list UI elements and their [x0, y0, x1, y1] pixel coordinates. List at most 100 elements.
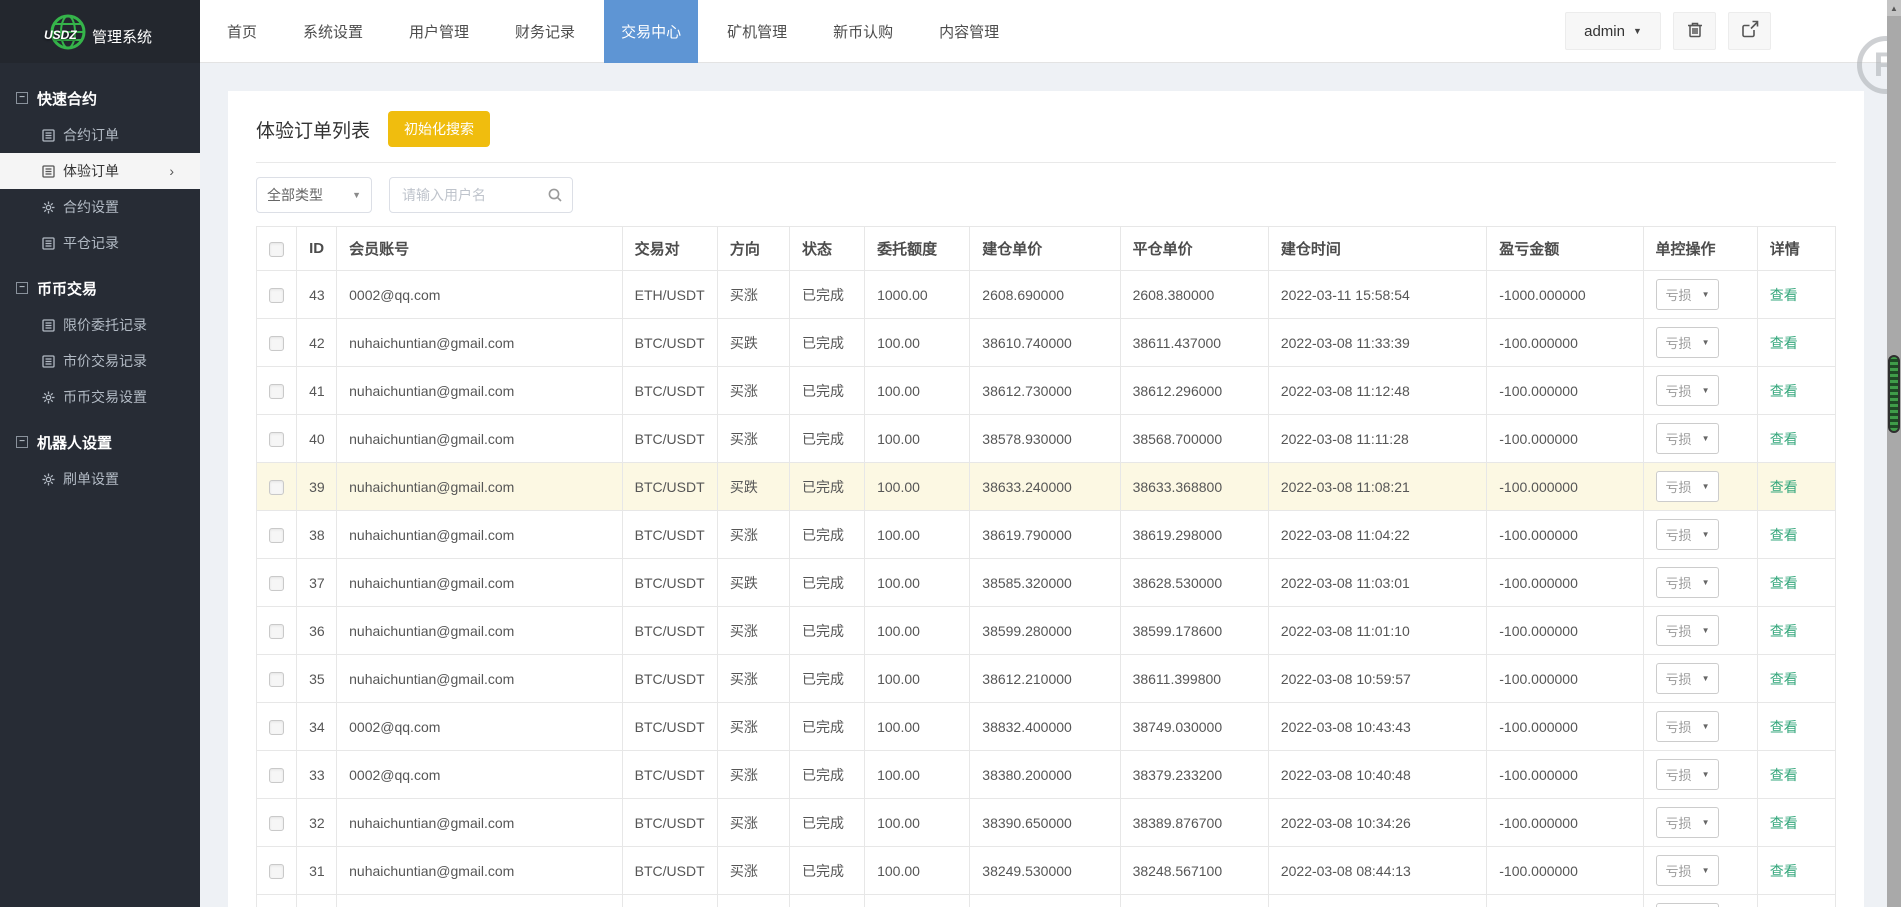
control-select[interactable]: 亏损▼	[1655, 855, 1720, 886]
table-header-row: ID 会员账号 交易对 方向 状态 委托额度 建仓单价 平仓单价 建仓时间 盈亏金额 单控操作 详情	[255, 226, 1837, 271]
row-checkbox[interactable]	[269, 287, 284, 303]
select-all-checkbox[interactable]	[269, 241, 284, 257]
cell-amount: 100.00	[864, 654, 971, 703]
cell-open-price: 38612.210000	[969, 654, 1121, 703]
logout-button[interactable]	[1728, 12, 1771, 50]
cell-checkbox	[255, 558, 298, 607]
cell-control: 亏损▼	[1642, 894, 1758, 907]
control-select[interactable]: 亏损▼	[1655, 615, 1720, 646]
cell-open-time: 2022-03-08 04:49:28	[1267, 894, 1488, 907]
cell-direction: 买涨	[716, 366, 790, 415]
control-select[interactable]: 亏损▼	[1655, 279, 1720, 310]
cell-id: 37	[296, 558, 338, 607]
row-checkbox[interactable]	[269, 383, 284, 399]
row-checkbox[interactable]	[269, 767, 284, 783]
row-checkbox[interactable]	[269, 671, 284, 687]
cell-open-time: 2022-03-08 10:34:26	[1267, 798, 1488, 847]
init-search-button[interactable]: 初始化搜索	[388, 111, 491, 147]
detail-link[interactable]: 查看	[1770, 671, 1798, 687]
nav-item[interactable]: 新币认购	[816, 0, 910, 63]
control-select[interactable]: 亏损▼	[1655, 903, 1720, 907]
cell-open-price: 38633.240000	[969, 462, 1121, 511]
nav-item[interactable]: 系统设置	[286, 0, 380, 63]
control-select[interactable]: 亏损▼	[1655, 711, 1720, 742]
row-checkbox[interactable]	[269, 431, 284, 447]
sidebar-item[interactable]: 刷单设置	[0, 461, 200, 497]
control-select[interactable]: 亏损▼	[1655, 807, 1720, 838]
list-icon	[42, 318, 55, 332]
detail-link[interactable]: 查看	[1770, 623, 1798, 639]
control-select[interactable]: 亏损▼	[1655, 327, 1720, 358]
detail-link[interactable]: 查看	[1770, 287, 1798, 303]
nav-item[interactable]: 财务记录	[498, 0, 592, 63]
row-checkbox[interactable]	[269, 575, 284, 591]
sidebar-item[interactable]: 币币交易设置	[0, 379, 200, 415]
cell-checkbox	[255, 270, 298, 319]
cell-open-time: 2022-03-11 15:58:54	[1267, 270, 1488, 319]
sidebar-section-title[interactable]: − 机器人设置	[0, 423, 200, 461]
sidebar-section-title[interactable]: − 币币交易	[0, 269, 200, 307]
nav-item[interactable]: 矿机管理	[710, 0, 804, 63]
table-header-cell: 详情	[1756, 226, 1837, 271]
row-checkbox[interactable]	[269, 719, 284, 735]
caret-down-icon: ▼	[1701, 386, 1710, 395]
sidebar-item[interactable]: 合约设置	[0, 189, 200, 225]
control-select[interactable]: 亏损▼	[1655, 663, 1720, 694]
detail-link[interactable]: 查看	[1770, 575, 1798, 591]
cell-checkbox	[255, 798, 298, 847]
detail-link[interactable]: 查看	[1770, 431, 1798, 447]
sidebar-section-title[interactable]: − 快速合约	[0, 79, 200, 117]
cell-close-price: 2608.380000	[1119, 270, 1269, 319]
cell-id: 36	[296, 606, 338, 655]
sidebar-item[interactable]: 合约订单	[0, 117, 200, 153]
row-checkbox[interactable]	[269, 623, 284, 639]
control-select[interactable]: 亏损▼	[1655, 423, 1720, 454]
nav-item[interactable]: 交易中心	[604, 0, 699, 63]
row-checkbox[interactable]	[269, 479, 284, 495]
control-select[interactable]: 亏损▼	[1655, 471, 1720, 502]
cell-pnl: -100.000000	[1486, 558, 1644, 607]
sidebar-item[interactable]: 平仓记录	[0, 225, 200, 261]
scrollbar-up-button[interactable]: ▲	[1887, 0, 1901, 16]
detail-link[interactable]: 查看	[1770, 383, 1798, 399]
nav-item[interactable]: 用户管理	[392, 0, 486, 63]
admin-dropdown[interactable]: admin ▼	[1565, 12, 1661, 50]
cell-open-time: 2022-03-08 11:12:48	[1267, 366, 1488, 415]
admin-label: admin	[1584, 22, 1625, 40]
detail-link[interactable]: 查看	[1770, 863, 1798, 879]
cell-direction: 买涨	[716, 654, 790, 703]
sidebar-item[interactable]: 体验订单 ›	[0, 153, 200, 189]
gear-icon	[42, 473, 55, 486]
search-icon[interactable]	[547, 187, 563, 208]
cell-pair: BTC/USDT	[621, 654, 718, 703]
control-select[interactable]: 亏损▼	[1655, 375, 1720, 406]
scrollbar-track[interactable]: ▲	[1887, 0, 1901, 907]
detail-link[interactable]: 查看	[1770, 527, 1798, 543]
control-select[interactable]: 亏损▼	[1655, 567, 1720, 598]
type-filter-select[interactable]: 全部类型 ▼	[256, 177, 372, 213]
cell-checkbox	[255, 606, 298, 655]
row-checkbox[interactable]	[269, 815, 284, 831]
sidebar-item[interactable]: 市价交易记录	[0, 343, 200, 379]
sidebar-item[interactable]: 限价委托记录	[0, 307, 200, 343]
row-checkbox[interactable]	[269, 527, 284, 543]
nav-item[interactable]: 内容管理	[922, 0, 1016, 63]
row-checkbox[interactable]	[269, 863, 284, 879]
row-checkbox[interactable]	[269, 335, 284, 351]
detail-link[interactable]: 查看	[1770, 335, 1798, 351]
scrollbar-thumb[interactable]	[1888, 355, 1900, 433]
username-search-input[interactable]	[389, 177, 573, 213]
detail-link[interactable]: 查看	[1770, 479, 1798, 495]
header-divider	[256, 162, 1836, 163]
cell-close-price: 37636.000000	[1119, 894, 1269, 907]
nav-item[interactable]: 首页	[210, 0, 274, 63]
table-row: 34 0002@qq.com BTC/USDT 买涨 已完成 100.00 38832.40…	[255, 702, 1837, 751]
detail-link[interactable]: 查看	[1770, 719, 1798, 735]
section-title-label: 快速合约	[37, 90, 98, 108]
detail-link[interactable]: 查看	[1770, 815, 1798, 831]
detail-link[interactable]: 查看	[1770, 767, 1798, 783]
control-select[interactable]: 亏损▼	[1655, 519, 1720, 550]
topbar-actions: admin ▼	[1565, 12, 1771, 50]
trash-button[interactable]	[1673, 12, 1716, 50]
control-select[interactable]: 亏损▼	[1655, 759, 1720, 790]
